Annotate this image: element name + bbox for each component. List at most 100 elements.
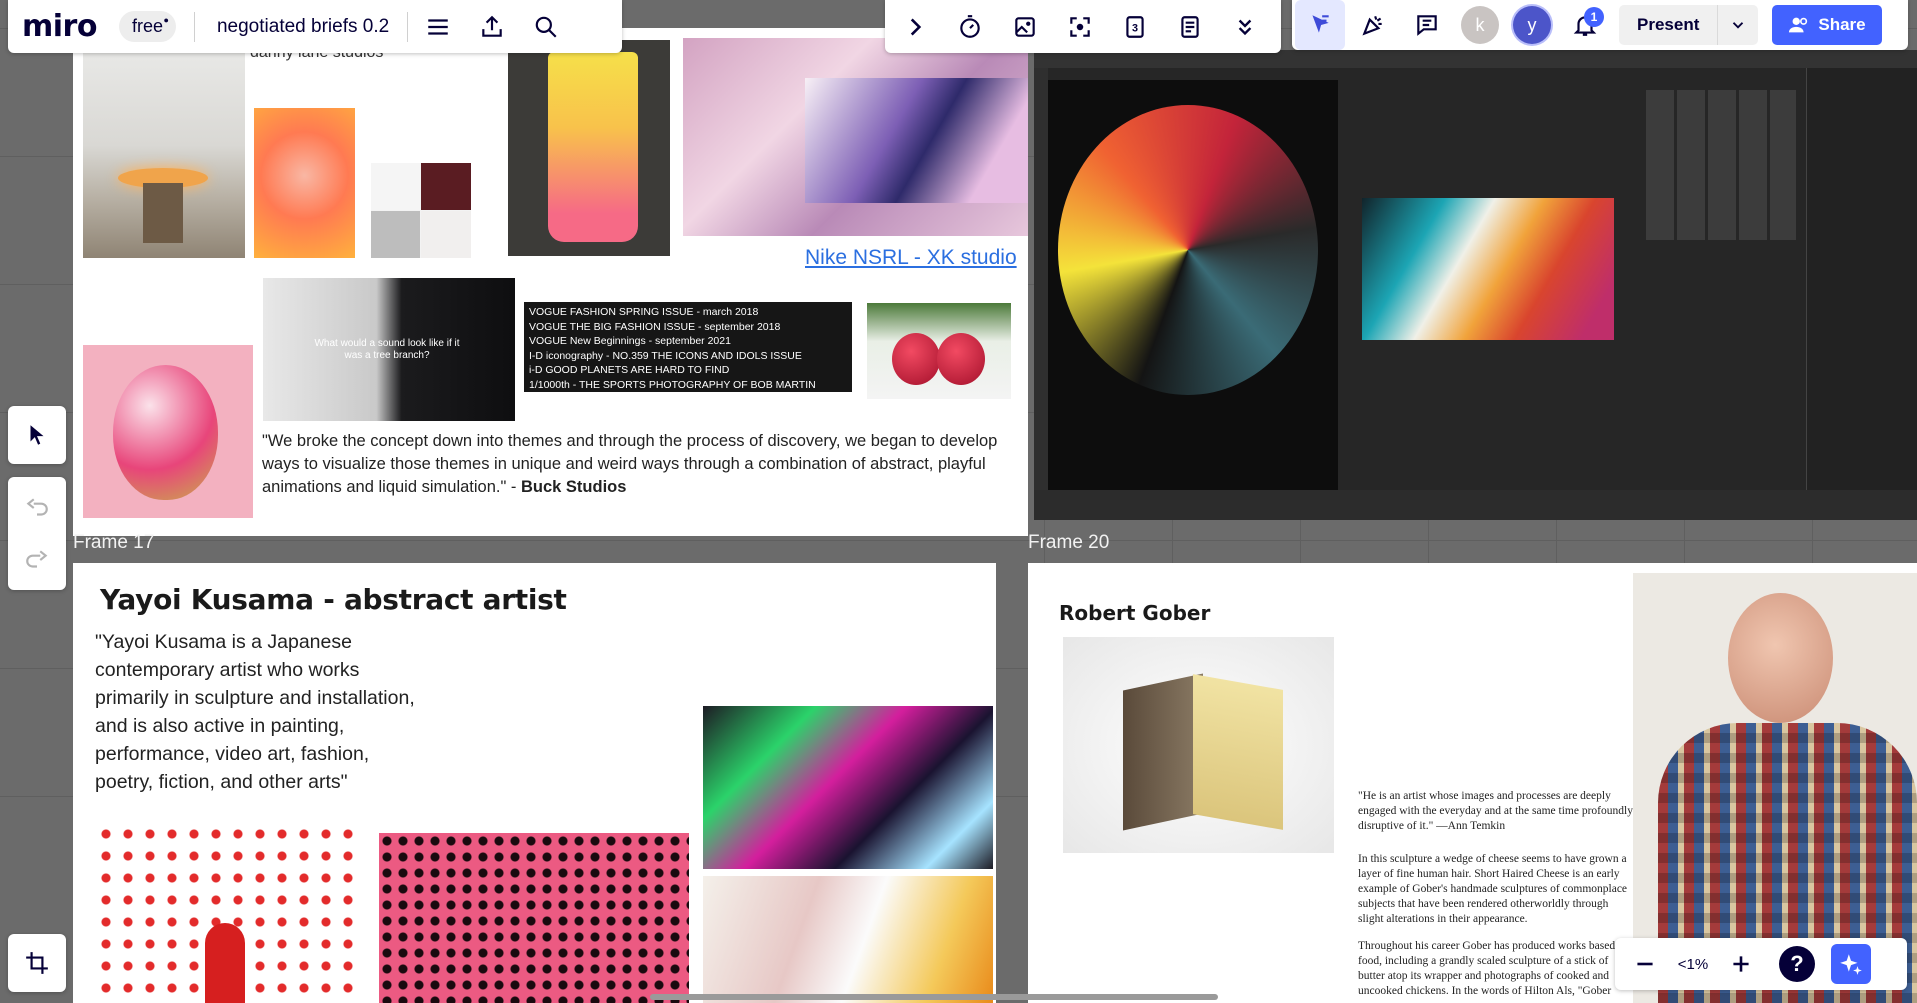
svg-text:3: 3 [1132, 22, 1138, 34]
sticker-icon [1015, 16, 1035, 37]
kusama-frame[interactable]: Yayoi Kusama - abstract artist "Yayoi Ku… [73, 563, 996, 1003]
hamburger-menu-icon [428, 18, 448, 35]
redo-button[interactable] [15, 538, 59, 582]
frame-crop-icon [26, 952, 48, 974]
studded-cup-image[interactable] [508, 40, 670, 256]
kusama-quote: "Yayoi Kusama is a Japanese contemporary… [95, 631, 415, 793]
celebrate-button[interactable] [1351, 3, 1395, 47]
chevron-down-icon [1733, 22, 1744, 29]
board-name[interactable]: negotiated briefs 0.2 [217, 16, 389, 38]
vogue-line: VOGUE New Beginnings - september 2021 [529, 335, 731, 347]
comments-button[interactable] [1405, 3, 1449, 47]
zoom-out-button[interactable] [1623, 942, 1667, 986]
c4d-render-preview [1362, 198, 1614, 340]
share-button[interactable]: Share [1772, 5, 1882, 45]
main-menu-button[interactable] [416, 5, 460, 49]
party-popper-icon [1362, 15, 1382, 36]
undo-icon [26, 497, 48, 516]
liquid-chrome-image[interactable] [683, 38, 1028, 236]
frames-button[interactable] [15, 941, 59, 985]
cursor-arrow-icon [30, 425, 44, 445]
redo-icon [26, 549, 48, 568]
vogue-line: 1/1000th - THE SPORTS PHOTOGRAPHY OF BOB… [529, 378, 816, 391]
nike-nsrl-link[interactable]: Nike NSRL - XK studio [805, 246, 1017, 270]
kusama-polka-dot-room[interactable] [95, 823, 363, 1003]
vogue-issue-list[interactable]: VOGUE FASHION SPRING ISSUE - march 2018 … [524, 302, 852, 392]
focus-frame-icon [1070, 16, 1090, 37]
cursor-reactions-button[interactable] [1295, 0, 1345, 50]
frame-20-label[interactable]: Frame 20 [1028, 532, 1109, 554]
present-button[interactable]: Present [1619, 5, 1759, 45]
ribbon-abstract-image[interactable] [703, 876, 993, 1003]
tree-overlay-text: What would a sound look like if it was a… [314, 338, 460, 361]
chevron-right-icon [910, 17, 922, 36]
export-button[interactable] [470, 5, 514, 49]
cursor-flag-icon [1312, 15, 1329, 33]
header-divider [407, 11, 409, 42]
frames-panel [8, 934, 66, 992]
select-tool-button[interactable] [15, 413, 59, 457]
undo-button[interactable] [15, 486, 59, 530]
buck-studios-attribution: Buck Studios [521, 478, 627, 496]
cinema4d-screenshot[interactable] [1034, 50, 1917, 520]
ai-assist-button[interactable] [1831, 944, 1871, 984]
avatar[interactable]: k [1461, 6, 1499, 44]
search-button[interactable] [524, 5, 568, 49]
present-options-button[interactable] [1718, 5, 1758, 45]
board-header: miro free ● negotiated briefs 0.2 [8, 0, 622, 53]
frame-17-label[interactable]: Frame 17 [73, 532, 154, 554]
zoom-in-button[interactable] [1719, 942, 1763, 986]
voting-button[interactable] [1003, 5, 1047, 49]
countdown-button[interactable]: 3 [1113, 5, 1157, 49]
sparkles-icon [1840, 954, 1862, 975]
mango-image[interactable] [83, 345, 253, 518]
more-tools-button[interactable] [1223, 5, 1267, 49]
zoom-level[interactable]: <1% [1671, 956, 1715, 973]
upload-icon [482, 15, 502, 37]
zoom-controls: <1% ? [1615, 938, 1907, 990]
kusama-tentacle-sculpture[interactable] [379, 833, 689, 1003]
help-button[interactable]: ? [1775, 942, 1819, 986]
double-chevron-down-icon [1238, 19, 1252, 35]
timer-button[interactable] [948, 5, 992, 49]
glossy-abstract-image[interactable] [703, 706, 993, 869]
tree-branch-image[interactable]: What would a sound look like if it was a… [263, 278, 515, 421]
horizontal-scrollbar[interactable] [650, 994, 1218, 1000]
notifications-button[interactable]: 1 [1563, 3, 1607, 47]
c4d-object-manager [1806, 68, 1917, 508]
buck-studios-quote: "We broke the concept down into themes a… [262, 432, 998, 496]
short-haired-cheese-image[interactable] [1063, 637, 1334, 853]
kusama-title: Yayoi Kusama - abstract artist [100, 583, 567, 616]
vogue-line: VOGUE FASHION SPRING ISSUE - march 2018 [529, 306, 759, 318]
vogue-line: i-D GOOD PLANETS ARE HARD TO FIND [529, 364, 730, 376]
document-icon [1181, 15, 1199, 38]
danny-lane-photo[interactable] [83, 53, 245, 258]
raspberries-image[interactable] [867, 303, 1011, 399]
users-icon [1789, 17, 1808, 33]
pink-hand-image[interactable] [254, 108, 355, 258]
gober-paragraph-food: Throughout his career Gober has produced… [1358, 940, 1630, 997]
gober-frame[interactable]: Robert Gober "He is an artist whose imag… [1028, 563, 1917, 1003]
gober-quote-temkin: "He is an artist whose images and proces… [1358, 790, 1633, 832]
focus-button[interactable] [1058, 5, 1102, 49]
minus-icon [1637, 962, 1653, 966]
history-panel [8, 477, 66, 590]
gober-title: Robert Gober [1059, 601, 1211, 625]
notes-button[interactable] [1168, 5, 1212, 49]
moodboard-frame[interactable]: danny lane studios Nike NSRL - XK studio… [73, 28, 1028, 536]
question-mark-icon: ? [1779, 946, 1815, 982]
c4d-viewport [1048, 80, 1338, 490]
miro-logo[interactable]: miro [22, 9, 97, 44]
gober-paragraph-cheese: In this sculpture a wedge of cheese seem… [1358, 853, 1628, 925]
plan-badge-dot: ● [163, 15, 169, 25]
header-divider [193, 11, 195, 42]
expand-toolbar-button[interactable] [893, 5, 937, 49]
vogue-line: I-D iconography - NO.359 THE ICONS AND I… [529, 349, 802, 362]
timer-icon [960, 14, 980, 38]
avatar[interactable]: y [1513, 6, 1551, 44]
plan-badge[interactable]: free ● [118, 11, 176, 42]
vogue-line: VOGUE THE BIG FASHION ISSUE - september … [529, 320, 781, 333]
raspberry-grid-image[interactable] [371, 163, 471, 258]
search-icon [535, 16, 557, 38]
select-tool-panel [8, 406, 66, 464]
